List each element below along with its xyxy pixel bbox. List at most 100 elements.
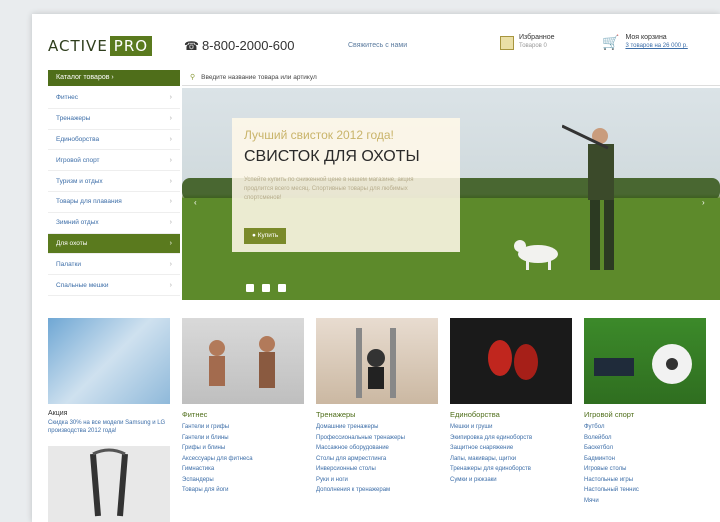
trainer-machine-icon <box>356 328 396 398</box>
hero-title: СВИСТОК ДЛЯ ОХОТЫ <box>244 148 420 165</box>
hero-kicker: Лучший свисток 2012 года! <box>244 128 394 142</box>
category-link[interactable]: Баскетбол <box>584 443 706 454</box>
category-link[interactable]: Сумки и рюкзаки <box>450 475 572 486</box>
slider-dots <box>246 284 286 292</box>
promo-title: Акция <box>48 410 68 417</box>
search-bar[interactable]: ⚲ Введите название товара или артикул <box>182 70 720 86</box>
phone-text: 8-800-2000-600 <box>201 38 295 53</box>
category-link[interactable]: Эспандеры <box>182 475 304 486</box>
favorites-icon <box>500 36 514 50</box>
slider-dot[interactable] <box>262 284 270 292</box>
category-link[interactable]: Защитное снаряжение <box>450 443 572 454</box>
site-header: ACTIVE PRO ☎ 8-800-2000-600 Свяжитесь с н… <box>32 14 720 76</box>
cart[interactable]: 🛒 Моя корзина 3 товаров на 26 000 р. <box>602 34 688 51</box>
sidebar-item-label: Единоборства <box>56 135 100 143</box>
sidebar-item-label: Товары для плавания <box>56 198 122 206</box>
chevron-right-icon: › <box>169 260 172 268</box>
sidebar-item-fitness[interactable]: Фитнес › <box>48 88 180 109</box>
hunter-image <box>562 124 614 270</box>
phone-number[interactable]: ☎ 8-800-2000-600 <box>184 38 294 53</box>
slider-next-icon[interactable]: › <box>702 198 705 207</box>
callback-link[interactable]: Свяжитесь с нами <box>348 42 407 49</box>
fitness-image[interactable] <box>182 318 304 404</box>
sidebar-item-label: Палатки <box>56 260 82 268</box>
category-link[interactable]: Тренажеры для единоборств <box>450 464 572 475</box>
slider-dot[interactable] <box>246 284 254 292</box>
sidebar-item-label: Зимний отдых <box>56 219 99 227</box>
sidebar-item-winter[interactable]: Зимний отдых › <box>48 213 180 234</box>
category-link[interactable]: Футбол <box>584 422 706 433</box>
phone-icon: ☎ <box>184 39 199 53</box>
favorites-title: Избранное <box>519 34 555 41</box>
store-page: ACTIVE PRO ☎ 8-800-2000-600 Свяжитесь с н… <box>32 14 720 522</box>
category-link[interactable]: Мешки и груши <box>450 422 572 433</box>
chevron-right-icon: › <box>169 219 172 227</box>
sidebar-item-martial-arts[interactable]: Единоборства › <box>48 130 180 151</box>
cart-title: Моя корзина <box>625 34 667 41</box>
cart-summary-link[interactable]: 3 товаров на 26 000 р. <box>625 43 687 49</box>
chevron-right-icon: › <box>169 156 172 164</box>
category-tile-team-sports: Игровой спорт Футбол Волейбол Баскетбол … <box>584 318 706 506</box>
category-link[interactable]: Лапы, макивары, щитки <box>450 454 572 465</box>
sidebar-item-tourism[interactable]: Туризм и отдых › <box>48 171 180 192</box>
buy-icon: ● <box>252 232 256 239</box>
favorites-count: Товаров 0 <box>519 43 547 49</box>
sidebar-item-swimming[interactable]: Товары для плавания › <box>48 192 180 213</box>
category-link[interactable]: Аксессуары для фитнеса <box>182 454 304 465</box>
category-link[interactable]: Гантели и грифы <box>182 422 304 433</box>
martial-arts-image[interactable] <box>450 318 572 404</box>
category-title[interactable]: Единоборства <box>450 410 572 419</box>
category-link[interactable]: Профессиональные тренажеры <box>316 433 438 444</box>
team-sports-image[interactable] <box>584 318 706 404</box>
category-link[interactable]: Игровые столы <box>584 464 706 475</box>
category-link[interactable]: Товары для йоги <box>182 485 304 496</box>
site-logo[interactable]: ACTIVE PRO <box>48 36 153 56</box>
sidebar-item-label: Туризм и отдых <box>56 177 103 185</box>
category-link[interactable]: Волейбол <box>584 433 706 444</box>
chevron-right-icon: › <box>169 239 172 247</box>
sidebar-item-label: Спальные мешки <box>56 281 109 289</box>
sidebar-item-trainers[interactable]: Тренажеры › <box>48 109 180 130</box>
slider-dot[interactable] <box>278 284 286 292</box>
category-link[interactable]: Бадминтон <box>584 454 706 465</box>
category-link[interactable]: Экипировка для единоборств <box>450 433 572 444</box>
category-link[interactable]: Дополнения к тренажерам <box>316 485 438 496</box>
sidebar-item-team-sports[interactable]: Игровой спорт › <box>48 150 180 172</box>
slider-prev-icon[interactable]: ‹ <box>194 198 197 207</box>
promo-text[interactable]: Скидка 30% на все модели Samsung и LG пр… <box>48 419 170 435</box>
category-link[interactable]: Гантели и блины <box>182 433 304 444</box>
category-link[interactable]: Инверсионные столы <box>316 464 438 475</box>
catalog-button[interactable]: Каталог товаров › <box>48 70 180 86</box>
promo-image <box>48 318 170 404</box>
category-link[interactable]: Руки и ноги <box>316 475 438 486</box>
category-link[interactable]: Гимнастика <box>182 464 304 475</box>
hero-promo-box: Лучший свисток 2012 года! СВИСТОК ДЛЯ ОХ… <box>232 118 460 252</box>
category-link[interactable]: Массажное оборудование <box>316 443 438 454</box>
handgrip-image[interactable] <box>48 446 170 522</box>
trainers-image[interactable] <box>316 318 438 404</box>
sidebar-item-sleeping-bags[interactable]: Спальные мешки › <box>48 275 180 296</box>
category-link[interactable]: Настольные игры <box>584 475 706 486</box>
category-tile-martial-arts: Единоборства Мешки и груши Экипировка дл… <box>450 318 572 506</box>
category-title[interactable]: Фитнес <box>182 410 304 419</box>
hero-banner: ‹ › Лучший свисток 2012 года! СВИСТОК ДЛ… <box>182 88 720 300</box>
category-link[interactable]: Мячи <box>584 496 706 507</box>
cart-icon: 🛒 <box>602 34 620 50</box>
category-tile-fitness: Фитнес Гантели и грифы Гантели и блины Г… <box>182 318 304 506</box>
category-title[interactable]: Игровой спорт <box>584 410 706 419</box>
category-tile-trainers: Тренажеры Домашние тренажеры Профессиона… <box>316 318 438 506</box>
category-link[interactable]: Домашние тренажеры <box>316 422 438 433</box>
buy-button[interactable]: ● Купить <box>244 228 287 244</box>
hero-description: Успейте купить по сниженной цене в нашем… <box>244 177 414 201</box>
fitness-people-icon <box>209 336 275 388</box>
favorites[interactable]: Избранное Товаров 0 <box>500 34 554 50</box>
category-title[interactable]: Тренажеры <box>316 410 438 419</box>
search-icon: ⚲ <box>190 74 196 81</box>
category-link[interactable]: Столы для армрестлинга <box>316 454 438 465</box>
sidebar-item-hunting[interactable]: Для охоты › <box>48 233 180 255</box>
sidebar-item-tents[interactable]: Палатки › <box>48 254 180 276</box>
sidebar-item-label: Для охоты <box>56 239 88 247</box>
category-link[interactable]: Грифы и блины <box>182 443 304 454</box>
category-link[interactable]: Настольный теннис <box>584 485 706 496</box>
search-input[interactable]: Введите название товара или артикул <box>201 74 317 81</box>
